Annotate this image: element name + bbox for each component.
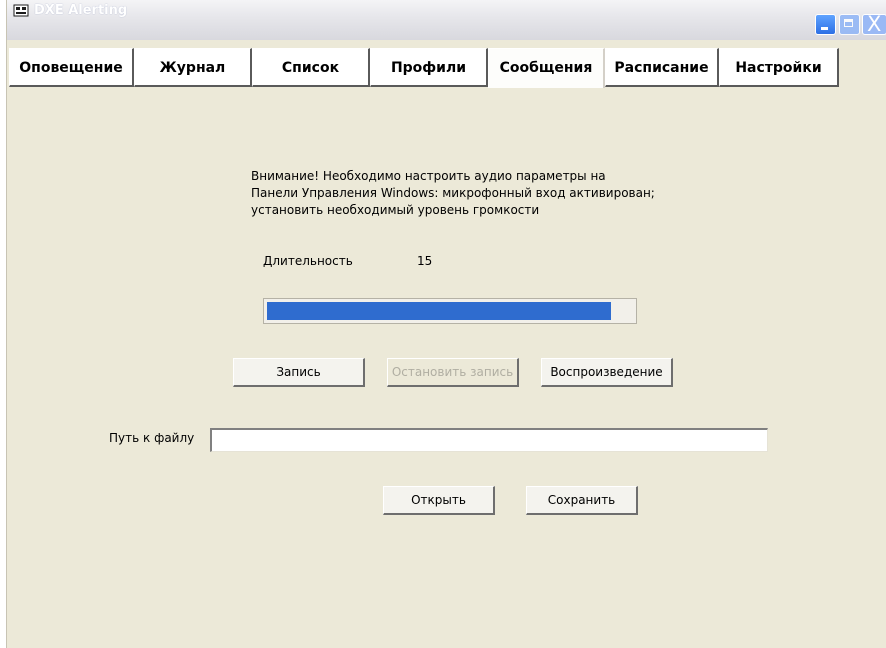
recording-progress-bar <box>263 298 637 324</box>
playback-button[interactable]: Воспроизведение <box>541 358 673 387</box>
tab-settings[interactable]: Настройки <box>719 48 839 87</box>
notice-line: установить необходимый уровень громкости <box>251 203 540 217</box>
tab-schedule[interactable]: Расписание <box>605 48 719 87</box>
notice-line: Внимание! Необходимо настроить аудио пар… <box>251 169 606 183</box>
minimize-button[interactable] <box>815 14 836 35</box>
title-bar[interactable]: DXE Alerting X <box>7 0 886 40</box>
progress-fill <box>267 302 611 320</box>
duration-value: 15 <box>417 254 433 268</box>
maximize-button[interactable] <box>839 14 860 35</box>
file-path-label: Путь к файлу <box>109 431 195 445</box>
save-button[interactable]: Сохранить <box>526 486 638 515</box>
open-button[interactable]: Открыть <box>383 486 495 515</box>
record-button[interactable]: Запись <box>233 358 365 387</box>
close-icon: X <box>867 12 882 36</box>
close-button[interactable]: X <box>862 12 886 36</box>
stop-recording-button[interactable]: Остановить запись <box>387 358 519 387</box>
tab-list[interactable]: Список <box>252 48 370 87</box>
duration-label: Длительность <box>263 254 353 268</box>
window-title: DXE Alerting <box>34 3 128 18</box>
tab-messages[interactable]: Сообщения <box>488 48 605 88</box>
audio-settings-notice: Внимание! Необходимо настроить аудио пар… <box>251 168 655 219</box>
app-icon <box>13 2 29 18</box>
tab-alerting[interactable]: Оповещение <box>9 48 134 87</box>
file-path-input[interactable] <box>210 428 768 452</box>
notice-line: Панели Управления Windows: микрофонный в… <box>251 186 655 200</box>
tab-bar: Оповещение Журнал Список Профили Сообщен… <box>9 48 886 88</box>
tab-journal[interactable]: Журнал <box>134 48 252 87</box>
tab-profiles[interactable]: Профили <box>370 48 488 87</box>
messages-panel: Внимание! Необходимо настроить аудио пар… <box>7 88 886 648</box>
app-window: DXE Alerting X Оповещение Журнал Список … <box>6 0 886 648</box>
